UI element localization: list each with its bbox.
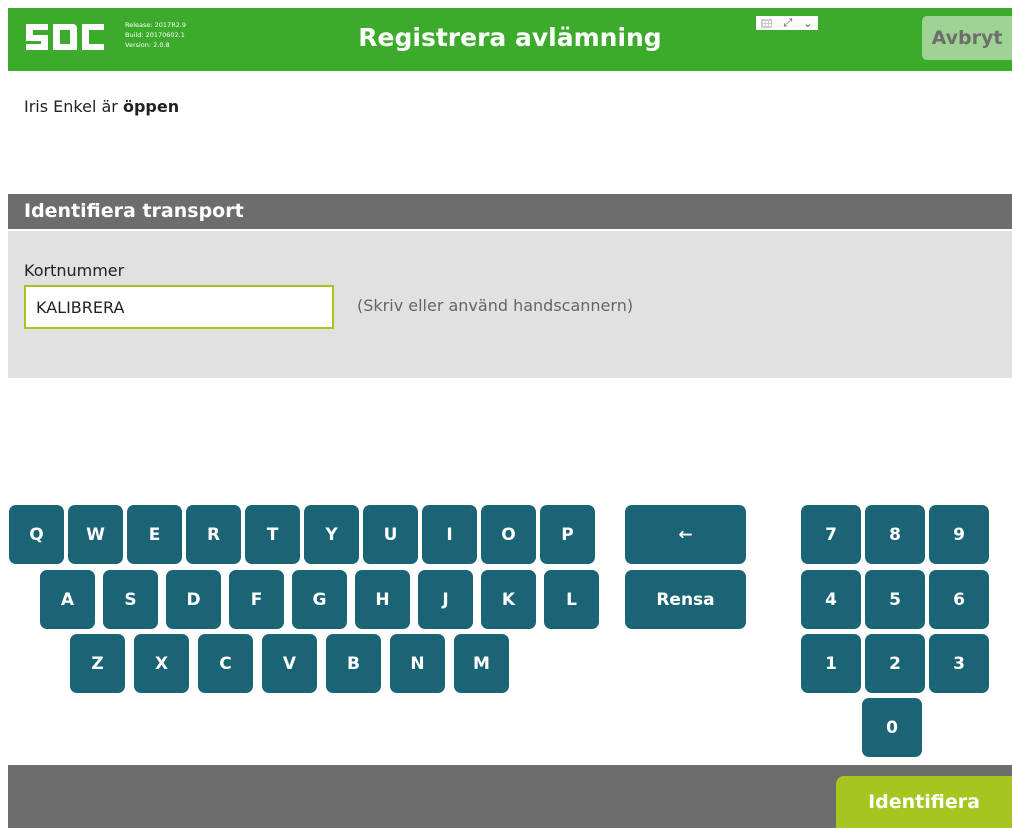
card-number-label: Kortnummer (24, 261, 125, 280)
key-p[interactable]: P (540, 505, 595, 564)
identify-button[interactable]: Identifiera (836, 776, 1012, 828)
numpad-key-3[interactable]: 3 (929, 634, 989, 693)
key-x[interactable]: X (134, 634, 189, 693)
build-text: Build: 20170602.1 (125, 31, 185, 39)
key-m[interactable]: M (454, 634, 509, 693)
numpad-key-5[interactable]: 5 (865, 570, 925, 629)
status-prefix: Iris Enkel är (24, 97, 123, 116)
version-text: Version: 2.0.8 (125, 41, 170, 49)
key-c[interactable]: C (198, 634, 253, 693)
numpad-key-9[interactable]: 9 (929, 505, 989, 564)
key-i[interactable]: I (422, 505, 477, 564)
build-info: Release: 2017R2.9 Build: 20170602.1 Vers… (125, 20, 186, 50)
chevron-down-icon[interactable]: ⌄ (803, 17, 812, 30)
release-text: Release: 2017R2.9 (125, 21, 187, 29)
key-z[interactable]: Z (70, 634, 125, 693)
key-w[interactable]: W (68, 505, 123, 564)
clear-key[interactable]: Rensa (625, 570, 746, 629)
key-n[interactable]: N (390, 634, 445, 693)
key-v[interactable]: V (262, 634, 317, 693)
key-b[interactable]: B (326, 634, 381, 693)
key-j[interactable]: J (418, 570, 473, 629)
key-l[interactable]: L (544, 570, 599, 629)
key-r[interactable]: R (186, 505, 241, 564)
card-number-input[interactable] (24, 285, 334, 329)
numpad-key-7[interactable]: 7 (801, 505, 861, 564)
sdc-logo (26, 24, 104, 50)
key-y[interactable]: Y (304, 505, 359, 564)
key-f[interactable]: F (229, 570, 284, 629)
cancel-button[interactable]: Avbryt (922, 16, 1012, 60)
numpad-key-2[interactable]: 2 (865, 634, 925, 693)
status-text: Iris Enkel är öppen (24, 97, 179, 116)
key-d[interactable]: D (166, 570, 221, 629)
key-t[interactable]: T (245, 505, 300, 564)
window-controls[interactable]: ⤢ ⌄ (756, 16, 818, 30)
identify-panel: Kortnummer (Skriv eller använd handscann… (8, 231, 1012, 378)
numpad-key-6[interactable]: 6 (929, 570, 989, 629)
key-h[interactable]: H (355, 570, 410, 629)
expand-icon[interactable]: ⤢ (783, 16, 792, 30)
key-s[interactable]: S (103, 570, 158, 629)
key-a[interactable]: A (40, 570, 95, 629)
status-state: öppen (122, 97, 180, 116)
key-g[interactable]: G (292, 570, 347, 629)
section-title: Identifiera transport (8, 194, 1012, 229)
key-q[interactable]: Q (9, 505, 64, 564)
key-o[interactable]: O (481, 505, 536, 564)
grid-icon[interactable] (761, 18, 773, 28)
scanner-hint: (Skriv eller använd handscannern) (357, 296, 634, 315)
numpad-key-1[interactable]: 1 (801, 634, 861, 693)
numpad-key-4[interactable]: 4 (801, 570, 861, 629)
numpad-key-8[interactable]: 8 (865, 505, 925, 564)
key-e[interactable]: E (127, 505, 182, 564)
backspace-key[interactable]: ← (625, 505, 746, 564)
key-k[interactable]: K (481, 570, 536, 629)
numpad-key-0[interactable]: 0 (862, 698, 922, 757)
header-bar: Release: 2017R2.9 Build: 20170602.1 Vers… (8, 8, 1012, 71)
key-u[interactable]: U (363, 505, 418, 564)
